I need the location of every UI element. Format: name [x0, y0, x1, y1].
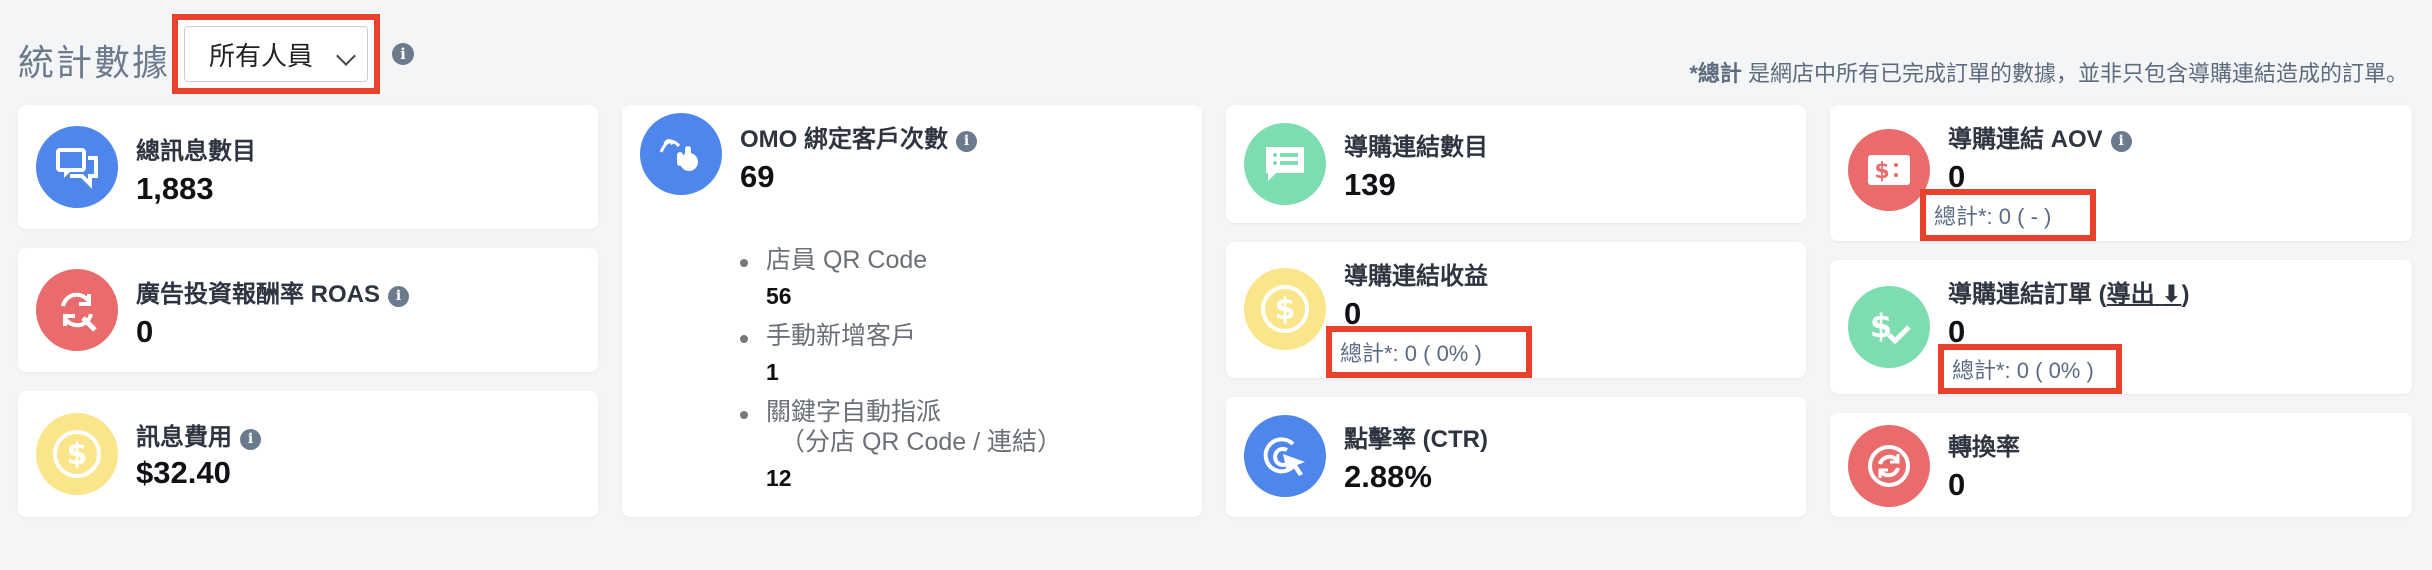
- hand-wave-icon: [640, 113, 722, 195]
- chat-bubbles-icon: [36, 126, 118, 208]
- list-item-value: 12: [766, 465, 792, 491]
- card-title: 訊息費用 i: [136, 417, 261, 452]
- card-title: 總訊息數目: [136, 138, 256, 165]
- card-title: OMO 綁定客戶次數 i: [740, 119, 977, 154]
- svg-text:$: $: [1874, 159, 1889, 184]
- dollar-icon: $: [1244, 268, 1326, 350]
- staff-select-value: 所有人員: [209, 40, 314, 71]
- card-title: 導購連結收益: [1344, 263, 1488, 290]
- total-badge: 總計*: 0 ( 0% ): [1938, 344, 2122, 394]
- info-icon[interactable]: i: [388, 285, 410, 307]
- list-item-value: 1: [766, 359, 779, 385]
- card-orders: $ 導購連結訂單 (導出 ⬇) 0 總計*: 0 ( 0% ): [1830, 260, 2412, 394]
- info-icon[interactable]: i: [392, 43, 414, 65]
- card-value: 139: [1344, 167, 1396, 202]
- card-omo: OMO 綁定客戶次數 i 69 店員 QR Code 56 手動新增客戶 1 關鍵…: [622, 105, 1202, 517]
- card-conversion: 轉換率 0: [1830, 413, 2412, 517]
- list-item-label: 手動新增客戶: [766, 322, 917, 350]
- refresh-search-icon: [36, 269, 118, 351]
- card-messages: 總訊息數目 1,883: [18, 105, 598, 229]
- info-icon[interactable]: i: [2110, 130, 2132, 152]
- card-title: 導購連結訂單 (導出 ⬇): [1948, 281, 2190, 308]
- list-bubble-icon: [1244, 123, 1326, 205]
- page-title: 統計數據: [18, 42, 171, 83]
- card-title: 廣告投資報酬率 ROAS i: [136, 274, 410, 309]
- card-title: 轉換率: [1948, 434, 2020, 461]
- export-link[interactable]: 導出 ⬇: [2107, 281, 2182, 308]
- card-link-revenue: $ 導購連結收益 0 總計*: 0 ( 0% ): [1226, 242, 1806, 378]
- total-note: *總計 是網店中所有已完成訂單的數據，並非只包含導購連結造成的訂單。: [1689, 61, 2408, 86]
- dollar-check-icon: $: [1848, 286, 1930, 368]
- list-item: 店員 QR Code 56: [740, 245, 1062, 309]
- total-badge: 總計*: 0 ( - ): [1920, 189, 2096, 241]
- list-item: 手動新增客戶 1: [740, 321, 1062, 385]
- info-icon[interactable]: i: [956, 130, 977, 152]
- total-badge: 總計*: 0 ( 0% ): [1326, 326, 1532, 378]
- svg-text:$: $: [1870, 307, 1892, 345]
- card-value: 69: [740, 159, 775, 194]
- cursor-click-icon: [1244, 415, 1326, 497]
- card-value: 0: [1948, 467, 1966, 502]
- list-item-label: 店員 QR Code: [766, 246, 928, 274]
- card-title: 導購連結 AOV i: [1948, 119, 2132, 154]
- card-title: 點擊率 (CTR): [1344, 426, 1488, 453]
- card-value: 1,883: [136, 171, 214, 206]
- card-value: 0: [136, 314, 154, 349]
- download-icon: ⬇: [2161, 281, 2182, 308]
- card-value: 2.88%: [1344, 459, 1432, 494]
- info-icon[interactable]: i: [240, 428, 261, 450]
- card-title: 導購連結數目: [1344, 134, 1488, 161]
- omo-breakdown-list: 店員 QR Code 56 手動新增客戶 1 關鍵字自動指派 （分店 QR Co…: [740, 245, 1062, 503]
- chevron-down-icon: [336, 46, 356, 66]
- sync-icon: [1848, 425, 1930, 507]
- svg-text:$: $: [1275, 292, 1296, 327]
- list-item-label: 關鍵字自動指派: [766, 398, 942, 426]
- list-item: 關鍵字自動指派 （分店 QR Code / 連結） 12: [740, 397, 1062, 491]
- card-ctr: 點擊率 (CTR) 2.88%: [1226, 397, 1806, 517]
- card-value: $32.40: [136, 455, 231, 490]
- dollar-icon: $: [36, 413, 118, 495]
- ticket-dollar-icon: $: [1848, 129, 1930, 211]
- list-item-value: 56: [766, 283, 792, 309]
- card-message-cost: $ 訊息費用 i $32.40: [18, 391, 598, 517]
- card-aov: $ 導購連結 AOV i 0 總計*: 0 ( - ): [1830, 105, 2412, 241]
- card-roas: 廣告投資報酬率 ROAS i 0: [18, 248, 598, 372]
- list-item-sublabel: （分店 QR Code / 連結）: [780, 428, 1062, 456]
- svg-text:$: $: [67, 437, 88, 472]
- staff-select[interactable]: 所有人員: [172, 14, 380, 94]
- card-link-count: 導購連結數目 139: [1226, 105, 1806, 223]
